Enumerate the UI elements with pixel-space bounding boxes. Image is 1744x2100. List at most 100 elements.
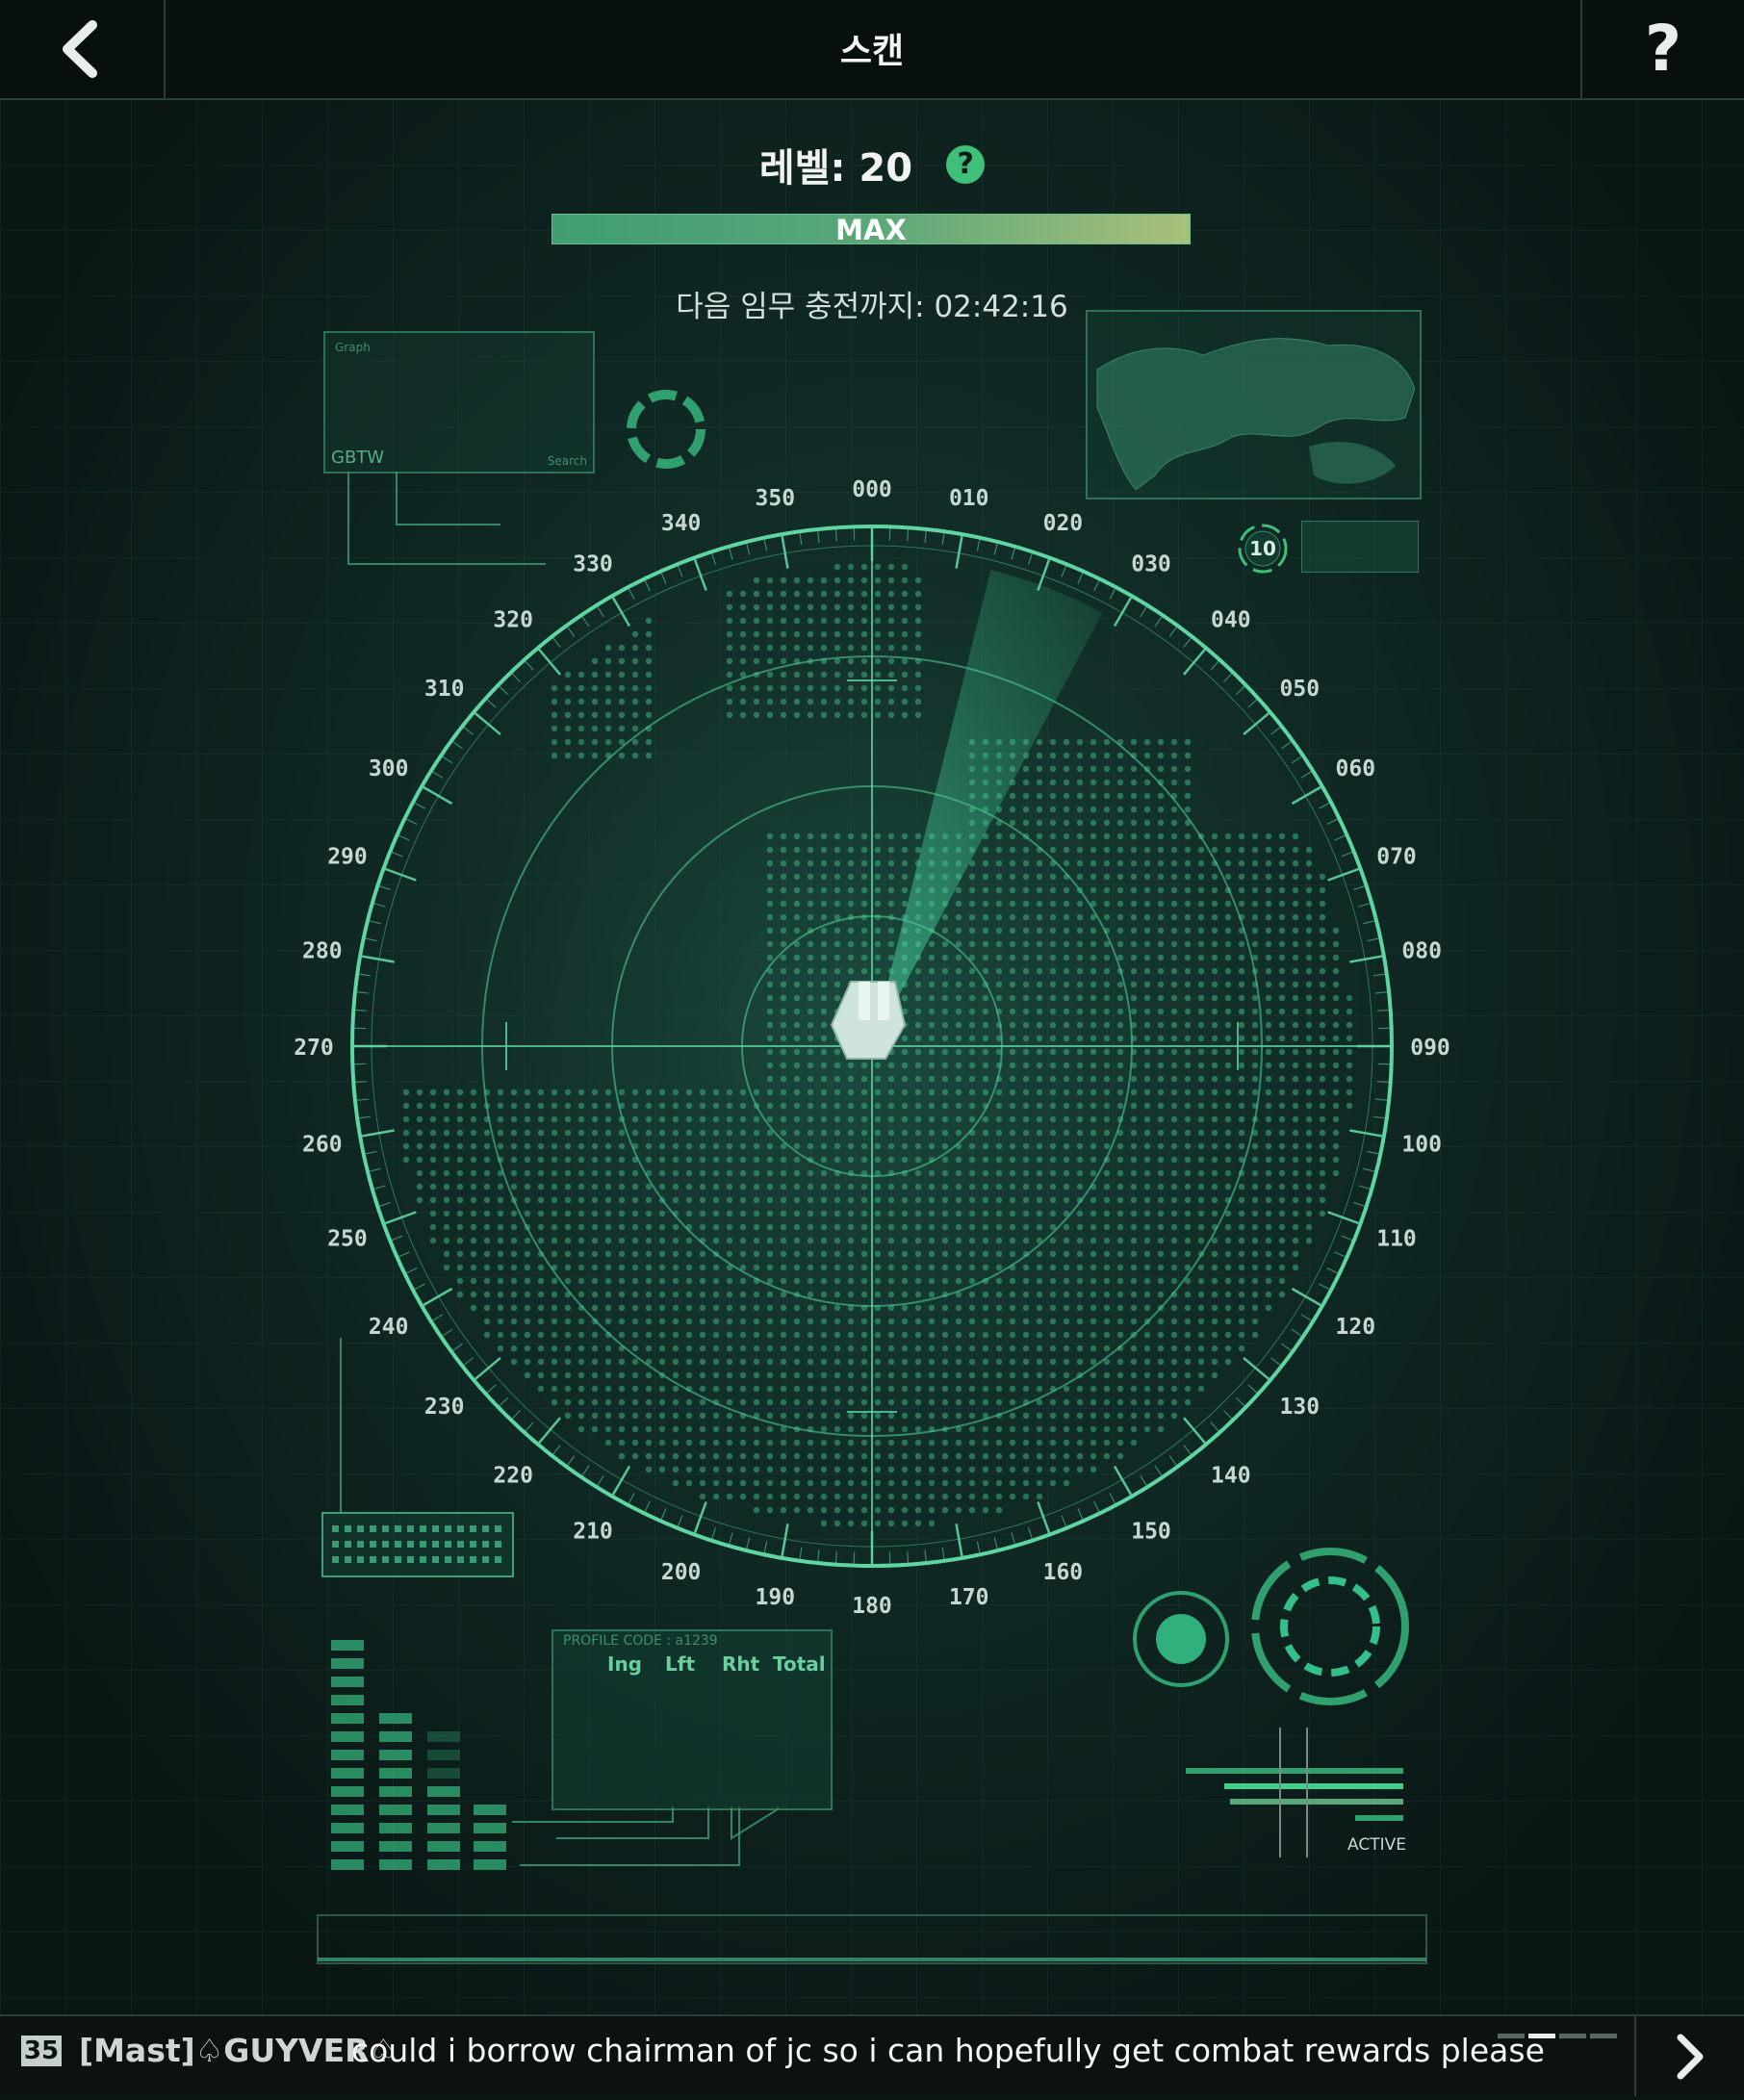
map-dot bbox=[781, 1292, 786, 1297]
map-dot bbox=[619, 1238, 625, 1243]
map-dot bbox=[578, 1386, 584, 1392]
map-dot bbox=[1279, 1103, 1285, 1109]
map-dot bbox=[1090, 1238, 1096, 1243]
map-dot bbox=[484, 1143, 490, 1149]
map-dot bbox=[915, 1453, 921, 1459]
map-dot bbox=[1171, 1076, 1177, 1082]
radar-tick bbox=[1377, 1082, 1389, 1083]
map-dot bbox=[875, 1372, 881, 1378]
map-dot bbox=[525, 1332, 530, 1338]
map-dot bbox=[430, 1197, 436, 1203]
map-dot bbox=[875, 1157, 881, 1163]
map-dot bbox=[1198, 955, 1204, 960]
map-dot bbox=[996, 982, 1002, 987]
map-dot bbox=[1293, 1103, 1298, 1109]
map-dot bbox=[713, 1453, 719, 1459]
map-dot bbox=[848, 1359, 854, 1365]
map-dot bbox=[794, 577, 800, 583]
map-dot bbox=[430, 1184, 436, 1190]
keypad-dot bbox=[432, 1541, 439, 1548]
map-dot bbox=[1023, 887, 1029, 893]
map-dot bbox=[969, 874, 975, 880]
map-dot bbox=[1225, 1292, 1231, 1297]
map-dot bbox=[1037, 1049, 1042, 1055]
map-dot bbox=[942, 1305, 948, 1311]
map-dot bbox=[983, 1332, 988, 1338]
map-dot bbox=[578, 1116, 584, 1122]
map-dot bbox=[1077, 1103, 1083, 1109]
map-dot bbox=[902, 1319, 908, 1324]
map-dot bbox=[632, 1399, 638, 1405]
map-dot bbox=[929, 1211, 935, 1216]
map-dot bbox=[1144, 1184, 1150, 1190]
map-dot bbox=[969, 1076, 975, 1082]
map-dot bbox=[875, 1089, 881, 1095]
map-dot bbox=[1090, 1170, 1096, 1176]
profile-code-panel: PROFILE CODE : a1239 Ing Lft Rht Total bbox=[551, 1629, 833, 1810]
map-dot bbox=[848, 1157, 854, 1163]
map-dot bbox=[1064, 1440, 1069, 1446]
map-dot bbox=[1010, 1426, 1015, 1432]
map-dot bbox=[969, 1359, 975, 1365]
map-dot bbox=[1064, 1238, 1069, 1243]
map-dot bbox=[915, 1278, 921, 1284]
map-dot bbox=[767, 901, 773, 907]
map-dot bbox=[888, 1440, 894, 1446]
map-dot bbox=[781, 901, 786, 907]
map-dot bbox=[1144, 1265, 1150, 1270]
map-dot bbox=[646, 1386, 652, 1392]
chat-next-button[interactable] bbox=[1634, 2016, 1744, 2096]
map-dot bbox=[754, 1453, 759, 1459]
map-dot bbox=[511, 1359, 517, 1365]
map-dot bbox=[740, 685, 746, 691]
map-dot bbox=[956, 1022, 962, 1028]
map-dot bbox=[902, 1467, 908, 1473]
map-dot bbox=[673, 1265, 679, 1270]
map-dot bbox=[1171, 1332, 1177, 1338]
map-dot bbox=[754, 631, 759, 637]
map-dot bbox=[1239, 1345, 1244, 1351]
map-dot bbox=[888, 1413, 894, 1419]
map-dot bbox=[538, 1170, 544, 1176]
map-dot bbox=[888, 1426, 894, 1432]
map-dot bbox=[605, 1224, 611, 1230]
map-dot bbox=[484, 1170, 490, 1176]
map-dot bbox=[1144, 928, 1150, 934]
map-dot bbox=[1104, 1319, 1110, 1324]
map-dot bbox=[888, 1278, 894, 1284]
map-dot bbox=[1171, 1089, 1177, 1095]
map-dot bbox=[1023, 1386, 1029, 1392]
map-dot bbox=[1225, 1076, 1231, 1082]
map-dot bbox=[969, 1413, 975, 1419]
map-dot bbox=[632, 1440, 638, 1446]
map-dot bbox=[848, 1103, 854, 1109]
map-dot bbox=[1212, 995, 1218, 1001]
chat-bar[interactable]: 35 [Mast]♤GUYVER♤ could i borrow chairma… bbox=[0, 2014, 1744, 2096]
map-dot bbox=[646, 1440, 652, 1446]
keypad-dot bbox=[370, 1541, 376, 1548]
map-dot bbox=[861, 1063, 867, 1068]
map-dot bbox=[484, 1292, 490, 1297]
map-dot bbox=[956, 1278, 962, 1284]
map-dot bbox=[1010, 941, 1015, 947]
map-dot bbox=[781, 982, 786, 987]
map-dot bbox=[498, 1305, 503, 1311]
map-dot bbox=[1064, 1009, 1069, 1014]
map-dot bbox=[902, 1453, 908, 1459]
map-dot bbox=[902, 1143, 908, 1149]
map-dot bbox=[861, 1143, 867, 1149]
map-dot bbox=[551, 1292, 557, 1297]
map-dot bbox=[605, 1143, 611, 1149]
map-dot bbox=[1023, 1467, 1029, 1473]
map-dot bbox=[457, 1251, 463, 1257]
map-dot bbox=[1225, 833, 1231, 839]
map-dot bbox=[861, 699, 867, 704]
map-dot bbox=[915, 1089, 921, 1095]
map-dot bbox=[1077, 1426, 1083, 1432]
map-dot bbox=[632, 1292, 638, 1297]
map-dot bbox=[767, 1278, 773, 1284]
map-dot bbox=[525, 1197, 530, 1203]
map-dot bbox=[592, 1399, 598, 1405]
map-dot bbox=[956, 955, 962, 960]
map-dot bbox=[1104, 874, 1110, 880]
